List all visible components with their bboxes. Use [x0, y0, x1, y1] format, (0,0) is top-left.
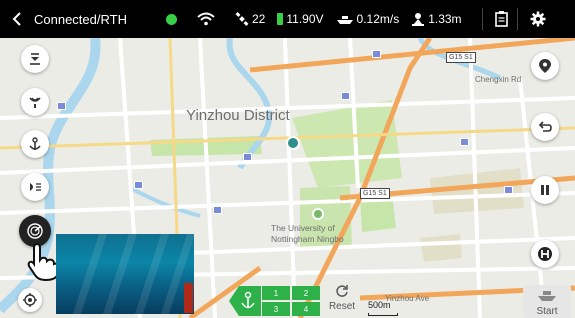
distance-value: 1.33m [428, 12, 462, 26]
lower-anchor-icon [30, 53, 40, 65]
radar-icon [27, 223, 43, 239]
voltage-value: 11.90V [286, 12, 324, 26]
speed-value: 0.12m/s [356, 12, 400, 26]
poi-marker [213, 206, 222, 214]
refresh-icon [336, 285, 348, 297]
sonar-icon [29, 97, 41, 108]
settings-button[interactable] [530, 11, 546, 27]
anchor-icon [29, 137, 41, 150]
university-pin-icon [312, 208, 324, 220]
university-label-line1: The University of [271, 223, 335, 233]
speed-readout: 0.12m/s [336, 12, 400, 26]
back-button[interactable] [0, 0, 34, 38]
return-icon [538, 121, 552, 132]
lower-button[interactable] [21, 45, 49, 73]
crosshair-icon [23, 293, 37, 307]
wifi-icon [197, 12, 215, 26]
distance-readout: 1.33m [411, 12, 462, 26]
location-pin-icon [286, 136, 300, 150]
map-scale-bar [368, 313, 398, 316]
battery-voltage: 11.90V [277, 12, 324, 26]
camera-preview[interactable] [56, 234, 194, 314]
connection-indicator [166, 13, 177, 25]
satellite-count: 22 [235, 12, 265, 26]
waypoint-1-button[interactable]: 1 [262, 286, 290, 300]
reset-label: Reset [328, 301, 356, 312]
light-button[interactable] [21, 173, 49, 201]
wifi-signal [197, 12, 215, 26]
divider [516, 8, 518, 30]
anchor-tab-icon [229, 286, 261, 316]
app-screen: Yinzhou District The University of Notti… [0, 0, 575, 318]
waypoint-anchor-button[interactable] [229, 286, 261, 316]
poi-marker [372, 50, 381, 58]
waypoint-button[interactable] [531, 52, 559, 80]
sonar-button[interactable] [21, 88, 49, 116]
satellite-count-value: 22 [252, 12, 266, 26]
start-label: Start [536, 306, 558, 317]
waypoint-2-button[interactable]: 2 [292, 286, 320, 300]
map-pin-icon [539, 59, 551, 73]
waypoint-3-button[interactable]: 3 [262, 302, 290, 316]
log-button[interactable] [494, 11, 509, 27]
highway-badge: G15 S1 [446, 52, 476, 63]
reset-button[interactable]: Reset [324, 284, 360, 316]
connection-status: Connected/RTH [34, 11, 127, 27]
map-scale-label: 500m [368, 300, 391, 310]
poi-marker [504, 186, 513, 194]
start-button[interactable]: Start [523, 285, 571, 318]
home-h-icon [538, 247, 552, 261]
waypoint-4-button[interactable]: 4 [292, 302, 320, 316]
start-boat-icon [538, 291, 556, 301]
boat-icon [336, 16, 353, 24]
university-label-line2: Nottingham Ningbo [271, 234, 344, 244]
yinzhou-ave-label: Yinzhou Ave [385, 294, 430, 303]
satellite-icon [235, 12, 249, 26]
log-icon [494, 11, 508, 27]
locate-button[interactable] [18, 288, 42, 312]
divider [481, 8, 483, 30]
person-pin-icon [412, 13, 425, 26]
poi-marker [243, 153, 252, 161]
poi-marker [460, 138, 469, 146]
headlight-icon [30, 183, 41, 191]
poi-marker [341, 92, 350, 100]
waypoint-pad: 1 2 3 4 [262, 286, 320, 316]
gear-icon [530, 11, 546, 27]
status-bar: Connected/RTH 22 11.90V 0.12m/s 1.33m [0, 0, 575, 38]
pause-icon [541, 185, 549, 195]
anchor-button[interactable] [21, 130, 49, 158]
poi-marker [57, 102, 66, 110]
poi-marker [134, 181, 143, 189]
district-label: Yinzhou District [186, 107, 290, 124]
camera-edge [184, 283, 193, 313]
highway-badge: G15 S1 [360, 188, 390, 199]
home-button[interactable] [531, 240, 559, 268]
return-button[interactable] [531, 113, 559, 141]
chengxin-road-label: Chengxin Rd [475, 75, 522, 84]
chevron-left-icon [12, 12, 21, 26]
battery-icon [277, 13, 284, 25]
pause-button[interactable] [531, 176, 559, 204]
